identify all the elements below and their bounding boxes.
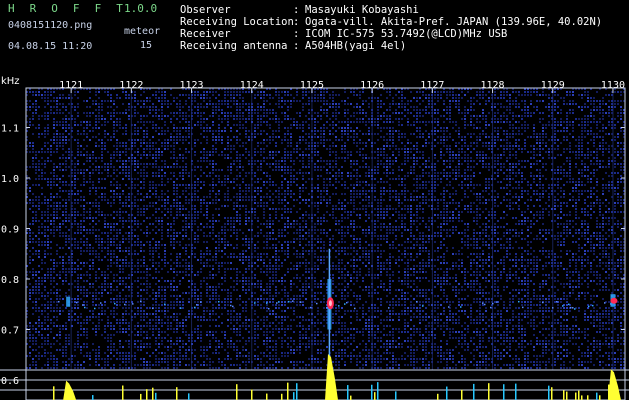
y-tick-label: 0.7: [1, 326, 19, 337]
y-tick-label: 0.6: [1, 376, 19, 387]
x-tick-label: 1127: [420, 80, 444, 91]
meteor-count: 15: [140, 40, 153, 51]
file-datetime: 04.08.15 11:20: [8, 41, 93, 52]
receiver-value: ICOM IC-575 53.7492(@LCD)MHz USB: [305, 28, 508, 40]
noise-field: [26, 88, 625, 369]
y-axis-label: kHz: [1, 76, 20, 87]
observer-value: Masayuki Kobayashi: [305, 4, 419, 16]
meteor-echo-core: [610, 297, 618, 304]
file-name: 0408151120.png: [8, 20, 93, 31]
observer-label: Observer: [180, 4, 231, 16]
antenna-label: Receiving antenna: [180, 40, 288, 52]
meteor-echo-center: [328, 300, 332, 307]
x-tick-label: 1128: [481, 80, 505, 91]
antenna-colon: :: [293, 40, 300, 52]
app-version: 1.0.0: [124, 2, 158, 15]
x-tick-label: 1124: [240, 80, 264, 91]
plot-frame: [25, 87, 626, 400]
level-peak: [325, 354, 339, 400]
meteor-echo: [66, 296, 71, 307]
meteor-label: meteor: [124, 26, 161, 37]
location-value: Ogata-vill. Akita-Pref. JAPAN (139.96E, …: [305, 16, 603, 28]
spectrogram: 1121 1122 1123 1124 1125 1126 1127 1128 1129 1130…: [0, 76, 629, 400]
x-tick-label: 1126: [360, 80, 384, 91]
receiver-colon: :: [293, 28, 300, 40]
x-tick-label: 1121: [59, 80, 83, 91]
location-label: Receiving Location: [180, 16, 294, 28]
receiver-label: Receiver: [180, 28, 231, 40]
y-tick-label: 0.9: [1, 225, 19, 236]
location-colon: :: [293, 16, 300, 28]
y-tick-label: 0.8: [1, 275, 19, 286]
observer-colon: :: [293, 4, 300, 16]
x-tick-label: 1129: [541, 80, 565, 91]
y-tick-label: 1.0: [1, 174, 19, 185]
header-panel: H R O F F T 1.0.0 0408151120.png meteor …: [0, 0, 629, 76]
antenna-value: A504HB(yagi 4el): [305, 40, 407, 52]
x-tick-label: 1122: [119, 80, 143, 91]
level-peak: [607, 369, 621, 400]
y-tick-label: 1.1: [1, 124, 19, 135]
x-tick-label: 1125: [300, 80, 324, 91]
x-tick-label: 1123: [180, 80, 204, 91]
app-logo: H R O F F T: [8, 2, 128, 15]
x-tick-label: 1130: [601, 80, 625, 91]
